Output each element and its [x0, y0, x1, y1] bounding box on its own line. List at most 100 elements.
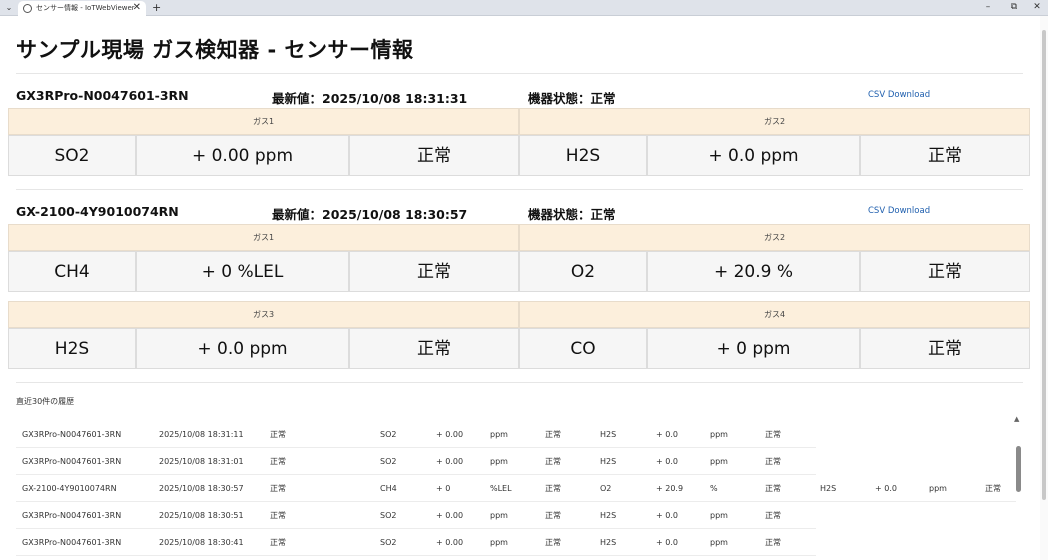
history-gas-state: 正常 — [765, 430, 781, 439]
history-unit: ppm — [490, 538, 508, 547]
gas-value: + 0 ppm — [647, 328, 860, 369]
gas-state: 正常 — [349, 251, 519, 292]
history-unit: ppm — [929, 484, 947, 493]
gas-header: ガス4 — [519, 301, 1030, 328]
gas-name: CO — [519, 328, 647, 369]
tab-menu-button[interactable]: ⌄ — [4, 2, 14, 14]
history-gas-state: 正常 — [545, 430, 561, 439]
new-tab-button[interactable]: + — [152, 1, 161, 14]
gas-row: ガス1 ガス2 CH4 + 0 %LEL 正常 O2 + 20.9 % 正常 — [8, 224, 1030, 292]
history-device-state: 正常 — [270, 484, 286, 493]
history-gas: O2 — [600, 484, 612, 493]
history-value: + 0.00 — [436, 538, 464, 547]
history-unit: ppm — [490, 511, 508, 520]
table-row: GX3RPro-N0047601-3RN 2025/10/08 18:30:41… — [16, 529, 816, 556]
csv-download-link[interactable]: CSV Download — [868, 90, 930, 100]
history-gas: H2S — [600, 538, 617, 547]
history-value: + 0 — [436, 484, 451, 493]
restore-button[interactable]: ⧉ — [1007, 1, 1021, 14]
history-value: + 0.0 — [656, 538, 678, 547]
history-unit: ppm — [710, 457, 728, 466]
history-gas-state: 正常 — [765, 457, 781, 466]
history-unit: ppm — [490, 457, 508, 466]
history-label: 直近30件の履歴 — [16, 397, 75, 406]
history-value: + 20.9 — [656, 484, 684, 493]
history-device-state: 正常 — [270, 457, 286, 466]
history-value: + 0.00 — [436, 457, 464, 466]
history-unit: ppm — [710, 511, 728, 520]
gas-value: + 0 %LEL — [136, 251, 349, 292]
history-value: + 0.00 — [436, 511, 464, 520]
history-value: + 0.0 — [656, 430, 678, 439]
gas-header: ガス3 — [8, 301, 519, 328]
scroll-up-icon[interactable]: ▲ — [1014, 415, 1019, 423]
page-scrollbar-thumb[interactable] — [1042, 30, 1046, 500]
history-gas: SO2 — [380, 538, 397, 547]
minimize-button[interactable]: – — [981, 1, 995, 14]
gas-header: ガス2 — [519, 224, 1030, 251]
history-time: 2025/10/08 18:30:51 — [159, 511, 244, 520]
gas-value: + 0.00 ppm — [136, 135, 349, 176]
history-device-state: 正常 — [270, 511, 286, 520]
csv-download-link[interactable]: CSV Download — [868, 206, 930, 216]
history-device: GX3RPro-N0047601-3RN — [22, 430, 122, 439]
history-gas: SO2 — [380, 511, 397, 520]
history-device-state: 正常 — [270, 430, 286, 439]
table-row: GX-2100-4Y9010074RN 2025/10/08 18:30:57 … — [16, 475, 1016, 502]
history-gas: SO2 — [380, 430, 397, 439]
history-gas-state: 正常 — [545, 511, 561, 520]
history-gas-state: 正常 — [985, 484, 1001, 493]
globe-icon — [23, 4, 32, 13]
history-value: + 0.00 — [436, 430, 464, 439]
device-header: GX-2100-4Y9010074RN 最新値：2025/10/08 18:30… — [16, 204, 1026, 222]
history-time: 2025/10/08 18:30:41 — [159, 538, 244, 547]
history-unit: % — [710, 484, 718, 493]
table-row: GX3RPro-N0047601-3RN 2025/10/08 18:31:01… — [16, 448, 816, 475]
history-value: + 0.0 — [656, 457, 678, 466]
history-time: 2025/10/08 18:31:01 — [159, 457, 244, 466]
window-close-button[interactable]: ✕ — [1030, 1, 1044, 14]
divider — [16, 382, 1023, 383]
history-unit: %LEL — [490, 484, 512, 493]
gas-name: CH4 — [8, 251, 136, 292]
history-gas-state: 正常 — [765, 511, 781, 520]
history-gas: H2S — [600, 457, 617, 466]
gas-value: + 0.0 ppm — [647, 135, 860, 176]
history-scrollbar-thumb[interactable] — [1016, 446, 1021, 492]
history-gas-state: 正常 — [545, 457, 561, 466]
tab-close-button[interactable]: ✕ — [133, 2, 141, 14]
gas-row: ガス3 ガス4 H2S + 0.0 ppm 正常 CO + 0 ppm 正常 — [8, 301, 1030, 369]
gas-state: 正常 — [349, 328, 519, 369]
history-unit: ppm — [490, 430, 508, 439]
device-name: GX3RPro-N0047601-3RN — [16, 88, 189, 103]
history-device: GX-2100-4Y9010074RN — [22, 484, 117, 493]
history-value: + 0.0 — [875, 484, 897, 493]
history-device: GX3RPro-N0047601-3RN — [22, 511, 122, 520]
browser-tab[interactable]: センサー情報 - IoTWebViewer ✕ — [18, 1, 146, 16]
table-row: GX3RPro-N0047601-3RN 2025/10/08 18:31:11… — [16, 421, 816, 448]
gas-state: 正常 — [349, 135, 519, 176]
page-title: サンプル現場 ガス検知器 - センサー情報 — [16, 38, 414, 62]
gas-header: ガス1 — [8, 224, 519, 251]
latest-timestamp: 最新値：2025/10/08 18:31:31 — [272, 91, 468, 106]
history-gas-state: 正常 — [765, 538, 781, 547]
history-time: 2025/10/08 18:31:11 — [159, 430, 244, 439]
history-device-state: 正常 — [270, 538, 286, 547]
gas-header: ガス2 — [519, 108, 1030, 135]
gas-name: H2S — [519, 135, 647, 176]
device-status: 機器状態：正常 — [528, 91, 616, 106]
history-gas-state: 正常 — [765, 484, 781, 493]
gas-state: 正常 — [860, 328, 1030, 369]
history-device: GX3RPro-N0047601-3RN — [22, 457, 122, 466]
gas-value: + 0.0 ppm — [136, 328, 349, 369]
table-row: GX3RPro-N0047601-3RN 2025/10/08 18:30:51… — [16, 502, 816, 529]
gas-name: H2S — [8, 328, 136, 369]
gas-row: ガス1 ガス2 SO2 + 0.00 ppm 正常 H2S + 0.0 ppm … — [8, 108, 1030, 176]
gas-name: SO2 — [8, 135, 136, 176]
page-scrollbar[interactable] — [1040, 16, 1048, 560]
device-name: GX-2100-4Y9010074RN — [16, 204, 179, 219]
gas-state: 正常 — [860, 251, 1030, 292]
device-status: 機器状態：正常 — [528, 207, 616, 222]
history-gas: SO2 — [380, 457, 397, 466]
divider — [16, 189, 1023, 190]
